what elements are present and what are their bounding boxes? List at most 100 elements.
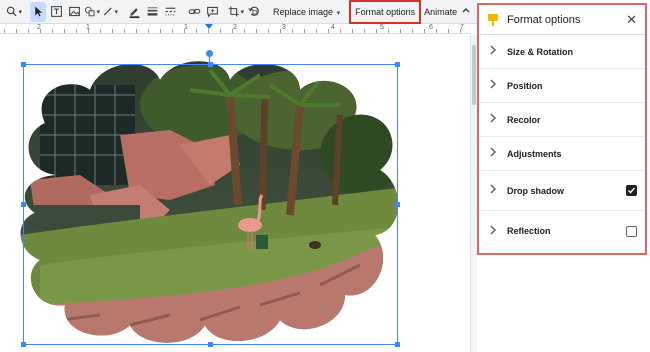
chevron-right-icon xyxy=(489,45,499,58)
ruler-number: 3 xyxy=(282,24,286,31)
ruler-tick xyxy=(124,29,125,33)
insert-link-button[interactable] xyxy=(186,2,202,22)
resize-handle-top[interactable] xyxy=(208,62,213,67)
ruler-tick xyxy=(76,29,77,33)
shape-button[interactable]: ▾ xyxy=(84,2,100,22)
ruler-tick xyxy=(208,29,209,33)
border-dash-button[interactable] xyxy=(162,2,178,22)
resize-handle-top-right[interactable] xyxy=(395,62,400,67)
format-options-icon xyxy=(488,13,498,26)
section-label: Position xyxy=(507,80,543,91)
section-drop-shadow[interactable]: Drop shadow xyxy=(479,171,645,211)
crop-button[interactable]: ▾ xyxy=(228,2,244,22)
section-reflection[interactable]: Reflection xyxy=(479,211,645,251)
line-button[interactable]: ▾ xyxy=(102,2,118,22)
image-insert-button[interactable] xyxy=(66,2,82,22)
ruler-tick xyxy=(112,29,113,33)
ruler-tick xyxy=(436,29,437,33)
collapse-toolbar-icon[interactable] xyxy=(461,5,471,18)
chevron-right-icon xyxy=(489,147,499,160)
toolbar: ▾ ▾ ▾ ▾ Replace image ▾ Format options A… xyxy=(0,0,477,24)
selection-box xyxy=(23,64,398,345)
section-label: Adjustments xyxy=(507,148,562,159)
ruler-tick xyxy=(196,29,197,33)
chevron-right-icon xyxy=(489,113,499,126)
ruler-number: 6 xyxy=(429,24,433,31)
ruler-indent-marker[interactable] xyxy=(205,24,213,29)
image-icon xyxy=(68,6,80,17)
ruler-number: 4 xyxy=(331,24,335,31)
replace-image-button[interactable]: Replace image ▾ xyxy=(269,7,344,17)
line-weight-icon xyxy=(147,7,157,16)
resize-handle-right[interactable] xyxy=(395,202,400,207)
chevron-down-icon: ▾ xyxy=(336,9,341,17)
ruler-tick xyxy=(220,29,221,33)
ruler-tick xyxy=(40,29,41,33)
pencil-icon xyxy=(129,8,139,18)
scrollbar-thumb[interactable] xyxy=(472,45,476,105)
select-tool-button[interactable] xyxy=(30,1,46,22)
resize-handle-top-left[interactable] xyxy=(21,62,26,67)
border-color-button[interactable] xyxy=(126,2,142,22)
section-position[interactable]: Position xyxy=(479,69,645,103)
ruler-tick xyxy=(136,29,137,33)
reset-image-button[interactable] xyxy=(246,2,262,22)
chevron-down-icon: ▾ xyxy=(240,8,244,16)
section-label: Recolor xyxy=(507,114,541,125)
textbox-icon xyxy=(50,6,62,17)
section-size-rotation[interactable]: Size & Rotation xyxy=(479,35,645,69)
chevron-down-icon: ▾ xyxy=(114,8,118,16)
slide[interactable] xyxy=(0,35,471,352)
ruler-tick xyxy=(244,29,245,33)
resize-handle-bottom-right[interactable] xyxy=(395,342,400,347)
ruler-tick xyxy=(352,29,353,33)
panel-header: Format options ✕ xyxy=(479,5,645,35)
ruler-tick xyxy=(4,29,5,33)
chevron-down-icon: ▾ xyxy=(96,8,100,16)
section-adjustments[interactable]: Adjustments xyxy=(479,137,645,171)
line-dash-icon xyxy=(165,7,175,16)
slide-canvas xyxy=(0,35,471,352)
ruler-number: 5 xyxy=(380,24,384,31)
format-options-button[interactable]: Format options xyxy=(349,0,422,24)
chevron-right-icon xyxy=(489,184,499,197)
ruler-tick xyxy=(292,29,293,33)
ruler-tick xyxy=(160,29,161,33)
ruler-tick xyxy=(328,29,329,33)
zoom-button[interactable]: ▾ xyxy=(6,2,22,22)
ruler-tick xyxy=(16,29,17,33)
shapes-icon xyxy=(84,6,95,17)
panel-title: Format options xyxy=(507,13,581,26)
ruler-tick xyxy=(268,29,269,33)
close-icon[interactable]: ✕ xyxy=(626,12,637,28)
resize-handle-bottom[interactable] xyxy=(208,342,213,347)
resize-handle-left[interactable] xyxy=(21,202,26,207)
border-weight-button[interactable] xyxy=(144,2,160,22)
ruler-tick xyxy=(460,29,461,33)
format-options-panel: Format options ✕ Size & Rotation Positio… xyxy=(477,3,647,255)
ruler-tick xyxy=(364,29,365,33)
chevron-right-icon xyxy=(489,79,499,92)
add-comment-button[interactable] xyxy=(204,2,220,22)
reflection-checkbox[interactable] xyxy=(626,225,637,237)
ruler-tick xyxy=(148,29,149,33)
section-recolor[interactable]: Recolor xyxy=(479,103,645,137)
ruler-tick xyxy=(172,29,173,33)
ruler-tick xyxy=(412,29,413,33)
ruler-tick xyxy=(400,29,401,33)
ruler-tick xyxy=(28,29,29,33)
rotate-handle[interactable] xyxy=(206,50,213,57)
ruler-number: 2 xyxy=(233,24,237,31)
ruler-tick xyxy=(376,29,377,33)
ruler-tick xyxy=(100,29,101,33)
textbox-button[interactable] xyxy=(48,2,64,22)
resize-handle-bottom-left[interactable] xyxy=(21,342,26,347)
ruler-tick xyxy=(280,29,281,33)
horizontal-ruler: 2 1 1 2 3 4 5 6 7 xyxy=(0,24,471,34)
zoom-icon xyxy=(6,6,17,17)
animate-button[interactable]: Animate xyxy=(420,7,461,17)
cursor-icon xyxy=(34,6,42,17)
drop-shadow-checkbox[interactable] xyxy=(626,185,637,196)
ruler-tick xyxy=(340,29,341,33)
line-icon xyxy=(103,7,112,16)
